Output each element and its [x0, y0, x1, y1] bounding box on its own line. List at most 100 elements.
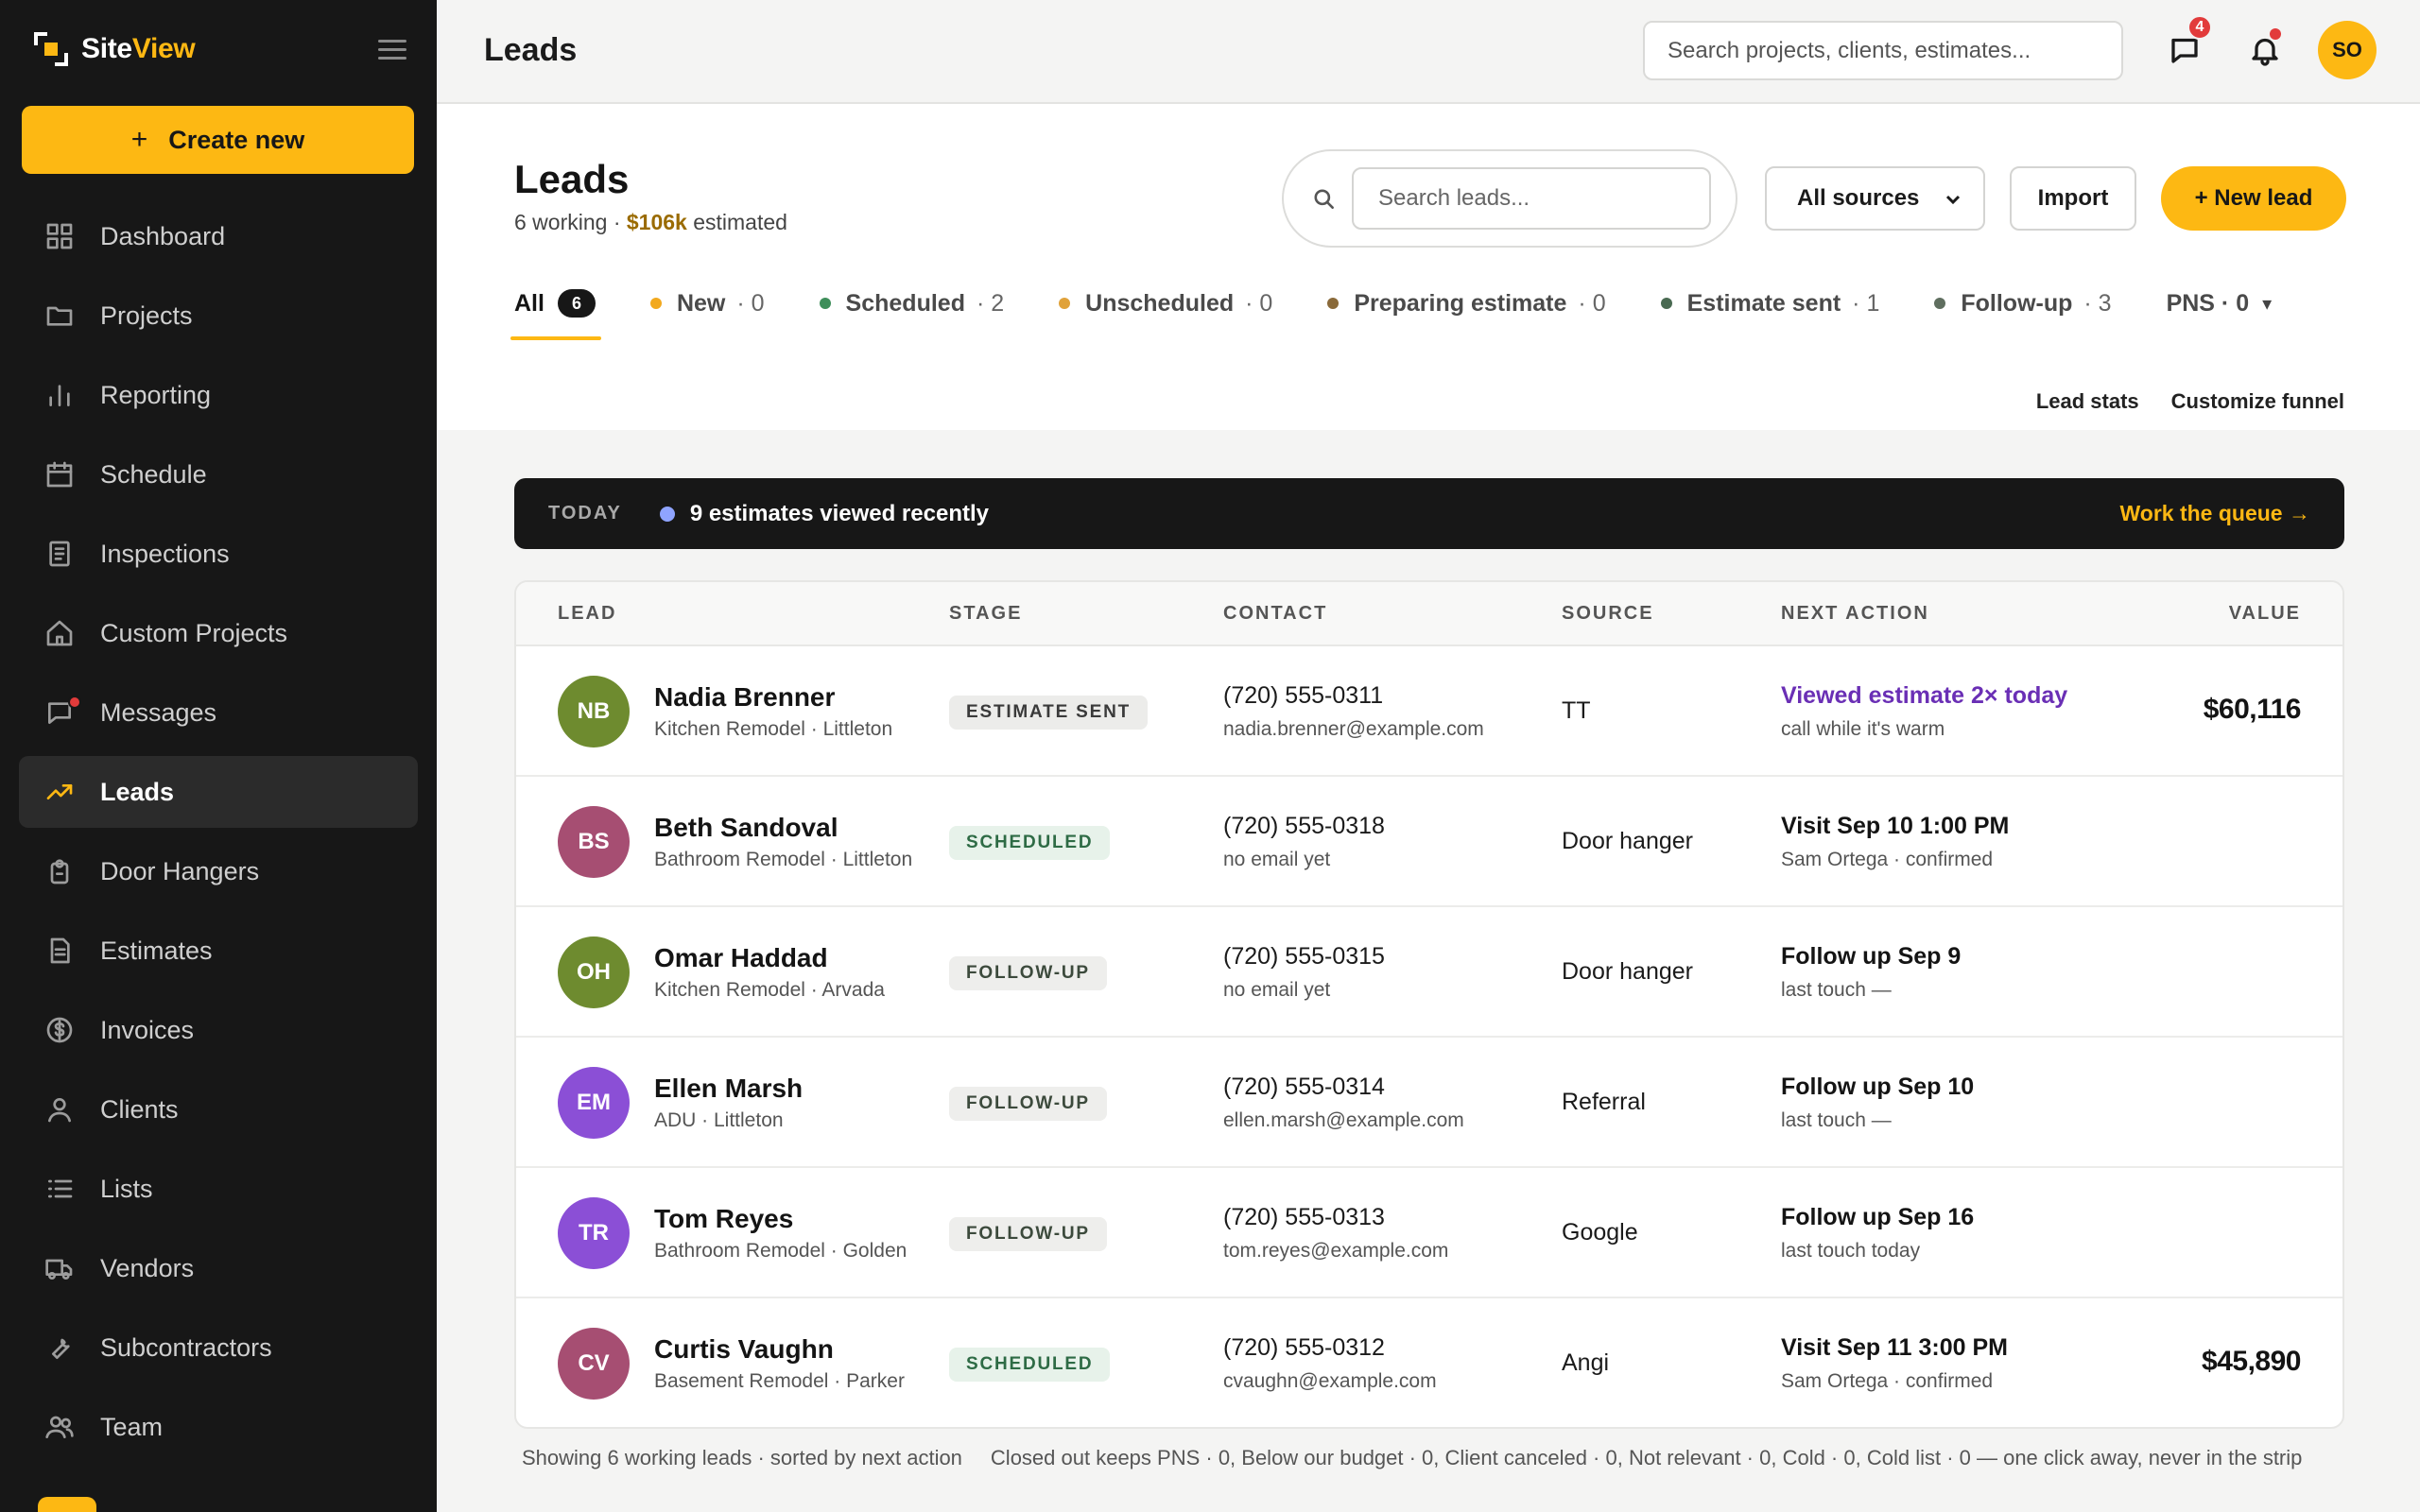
- table-row[interactable]: BS Beth Sandoval Bathroom Remodel · Little…: [516, 777, 2342, 907]
- tab-pns-0[interactable]: PNS · 0 ▾: [2167, 280, 2273, 327]
- lead-name[interactable]: Beth Sandoval: [654, 813, 838, 843]
- tab-unscheduled[interactable]: Unscheduled · 0: [1059, 280, 1272, 327]
- stage-dot: [1660, 298, 1672, 309]
- lead-stats-link[interactable]: Lead stats: [2036, 389, 2139, 414]
- lead-name[interactable]: Omar Haddad: [654, 943, 828, 973]
- lead-name[interactable]: Curtis Vaughn: [654, 1334, 834, 1365]
- tab-count: · 0: [736, 289, 765, 317]
- sidebar-item-dashboard[interactable]: Dashboard: [19, 200, 418, 272]
- sidebar-item-subcontractors[interactable]: Subcontractors: [19, 1312, 418, 1383]
- source-filter-select[interactable]: All sources: [1765, 166, 1985, 231]
- sidebar-item-projects[interactable]: Projects: [19, 280, 418, 352]
- next-action[interactable]: Visit Sep 11 3:00 PM: [1781, 1334, 2008, 1362]
- user-avatar[interactable]: SO: [2318, 21, 2377, 79]
- lead-project: Basement Remodel · Parker: [654, 1370, 905, 1392]
- sidebar-item-door-hangers[interactable]: Door Hangers: [19, 835, 418, 907]
- lead-project: Kitchen Remodel · Arvada: [654, 979, 885, 1001]
- table-row[interactable]: OH Omar Haddad Kitchen Remodel · Arvada FOL…: [516, 907, 2342, 1038]
- tab-new[interactable]: New · 0: [649, 280, 765, 327]
- table-body: NB Nadia Brenner Kitchen Remodel · Littlet…: [516, 646, 2342, 1427]
- contact-phone[interactable]: (720) 555-0313: [1223, 1204, 1385, 1231]
- lead-project: Bathroom Remodel · Littleton: [654, 849, 913, 870]
- today-message: 9 estimates viewed recently: [689, 500, 989, 526]
- lead-name[interactable]: Ellen Marsh: [654, 1074, 803, 1104]
- sidebar-item-reporting[interactable]: Reporting: [19, 359, 418, 431]
- sidebar-item-estimates[interactable]: Estimates: [19, 915, 418, 987]
- column-header-stage[interactable]: STAGE: [949, 603, 1022, 625]
- contact-phone[interactable]: (720) 555-0314: [1223, 1074, 1385, 1101]
- hamburger-menu-icon[interactable]: [378, 40, 406, 60]
- next-action[interactable]: Follow up Sep 10: [1781, 1074, 1974, 1101]
- tab-count: · 2: [976, 289, 1005, 317]
- tab-preparing-estimate[interactable]: Preparing estimate · 0: [1327, 280, 1606, 327]
- sidebar-item-vendors[interactable]: Vendors: [19, 1232, 418, 1304]
- contact-email: tom.reyes@example.com: [1223, 1240, 1449, 1262]
- tab-label: New: [676, 289, 726, 317]
- table-row[interactable]: EM Ellen Marsh ADU · Littleton FOLLOW-UP (72…: [516, 1038, 2342, 1168]
- table-row[interactable]: CV Curtis Vaughn Basement Remodel · Parker…: [516, 1298, 2342, 1427]
- table-row[interactable]: TR Tom Reyes Bathroom Remodel · Golden FOLL…: [516, 1168, 2342, 1298]
- lead-source: Google: [1562, 1219, 1638, 1246]
- today-label: TODAY: [548, 503, 622, 524]
- sidebar-item-lists[interactable]: Lists: [19, 1153, 418, 1225]
- tab-scheduled[interactable]: Scheduled · 2: [819, 280, 1005, 327]
- sidebar-item-leads[interactable]: Leads: [19, 756, 418, 828]
- new-lead-button[interactable]: + New lead: [2161, 166, 2346, 231]
- sidebar-item-custom-projects[interactable]: Custom Projects: [19, 597, 418, 669]
- brand-logo[interactable]: SiteView: [32, 28, 196, 70]
- column-header-lead[interactable]: LEAD: [558, 603, 616, 625]
- sidebar-item-schedule[interactable]: Schedule: [19, 438, 418, 510]
- next-action[interactable]: Visit Sep 10 1:00 PM: [1781, 813, 2009, 840]
- tab-count: · 0: [1578, 289, 1606, 317]
- tab-label: Follow-up: [1961, 289, 2073, 317]
- sidebar-item-label: Door Hangers: [100, 856, 260, 885]
- status-badge: FOLLOW-UP: [949, 1087, 1107, 1121]
- wrench-icon: [43, 1332, 76, 1364]
- sidebar-nav: Dashboard Projects Reporting Schedule Inspec…: [19, 200, 418, 1470]
- contact-phone[interactable]: (720) 555-0312: [1223, 1334, 1385, 1362]
- sidebar-item-team[interactable]: Team: [19, 1391, 418, 1463]
- lead-value: $45,890: [2202, 1346, 2301, 1377]
- sidebar: SiteView + Create new Dashboard Projects R…: [0, 0, 437, 1512]
- column-header-next-action[interactable]: NEXT ACTION: [1781, 603, 1929, 625]
- sidebar-footer-button[interactable]: [38, 1497, 96, 1512]
- sidebar-item-label: Projects: [100, 301, 193, 330]
- lead-name[interactable]: Nadia Brenner: [654, 682, 835, 713]
- stage-dot: [1327, 298, 1340, 309]
- estimated-total: $106k: [626, 210, 687, 234]
- sidebar-item-invoices[interactable]: Invoices: [19, 994, 418, 1066]
- lead-source: Referral: [1562, 1089, 1646, 1115]
- next-action[interactable]: Follow up Sep 16: [1781, 1204, 1974, 1231]
- messages-button[interactable]: 4: [2163, 15, 2212, 72]
- tab-label: Scheduled: [845, 289, 965, 317]
- sidebar-item-inspections[interactable]: Inspections: [19, 518, 418, 590]
- sidebar-item-clients[interactable]: Clients: [19, 1074, 418, 1145]
- global-search-input[interactable]: [1643, 21, 2123, 80]
- lead-name[interactable]: Tom Reyes: [654, 1204, 793, 1234]
- lead-value: $60,116: [2203, 694, 2302, 725]
- work-queue-link[interactable]: Work the queue →: [2120, 501, 2311, 526]
- column-header-source[interactable]: SOURCE: [1562, 603, 1654, 625]
- import-button[interactable]: Import: [2010, 166, 2136, 231]
- customize-funnel-link[interactable]: Customize funnel: [2171, 389, 2344, 414]
- folder-icon: [43, 300, 76, 332]
- table-row[interactable]: NB Nadia Brenner Kitchen Remodel · Littlet…: [516, 646, 2342, 777]
- tab-label: Preparing estimate: [1354, 289, 1567, 317]
- sidebar-item-messages[interactable]: Messages: [19, 677, 418, 748]
- next-action[interactable]: Viewed estimate 2× today: [1781, 682, 2067, 710]
- notifications-button[interactable]: [2243, 28, 2287, 72]
- tab-all[interactable]: All 6: [510, 280, 601, 340]
- contact-phone[interactable]: (720) 555-0315: [1223, 943, 1385, 971]
- next-action-detail: Sam Ortega · confirmed: [1781, 1370, 1994, 1392]
- contact-phone[interactable]: (720) 555-0318: [1223, 813, 1385, 840]
- tab-follow-up[interactable]: Follow-up · 3: [1934, 280, 2112, 327]
- next-action[interactable]: Follow up Sep 9: [1781, 943, 1961, 971]
- create-new-button[interactable]: + Create new: [22, 106, 414, 174]
- status-badge: FOLLOW-UP: [949, 1217, 1107, 1251]
- contact-phone[interactable]: (720) 555-0311: [1223, 682, 1383, 710]
- lead-search-container: [1282, 149, 1737, 248]
- lead-search-input[interactable]: [1352, 167, 1711, 230]
- tab-estimate-sent[interactable]: Estimate sent · 1: [1660, 280, 1879, 327]
- column-header-value[interactable]: VALUE: [2229, 603, 2301, 625]
- column-header-contact[interactable]: CONTACT: [1223, 603, 1327, 625]
